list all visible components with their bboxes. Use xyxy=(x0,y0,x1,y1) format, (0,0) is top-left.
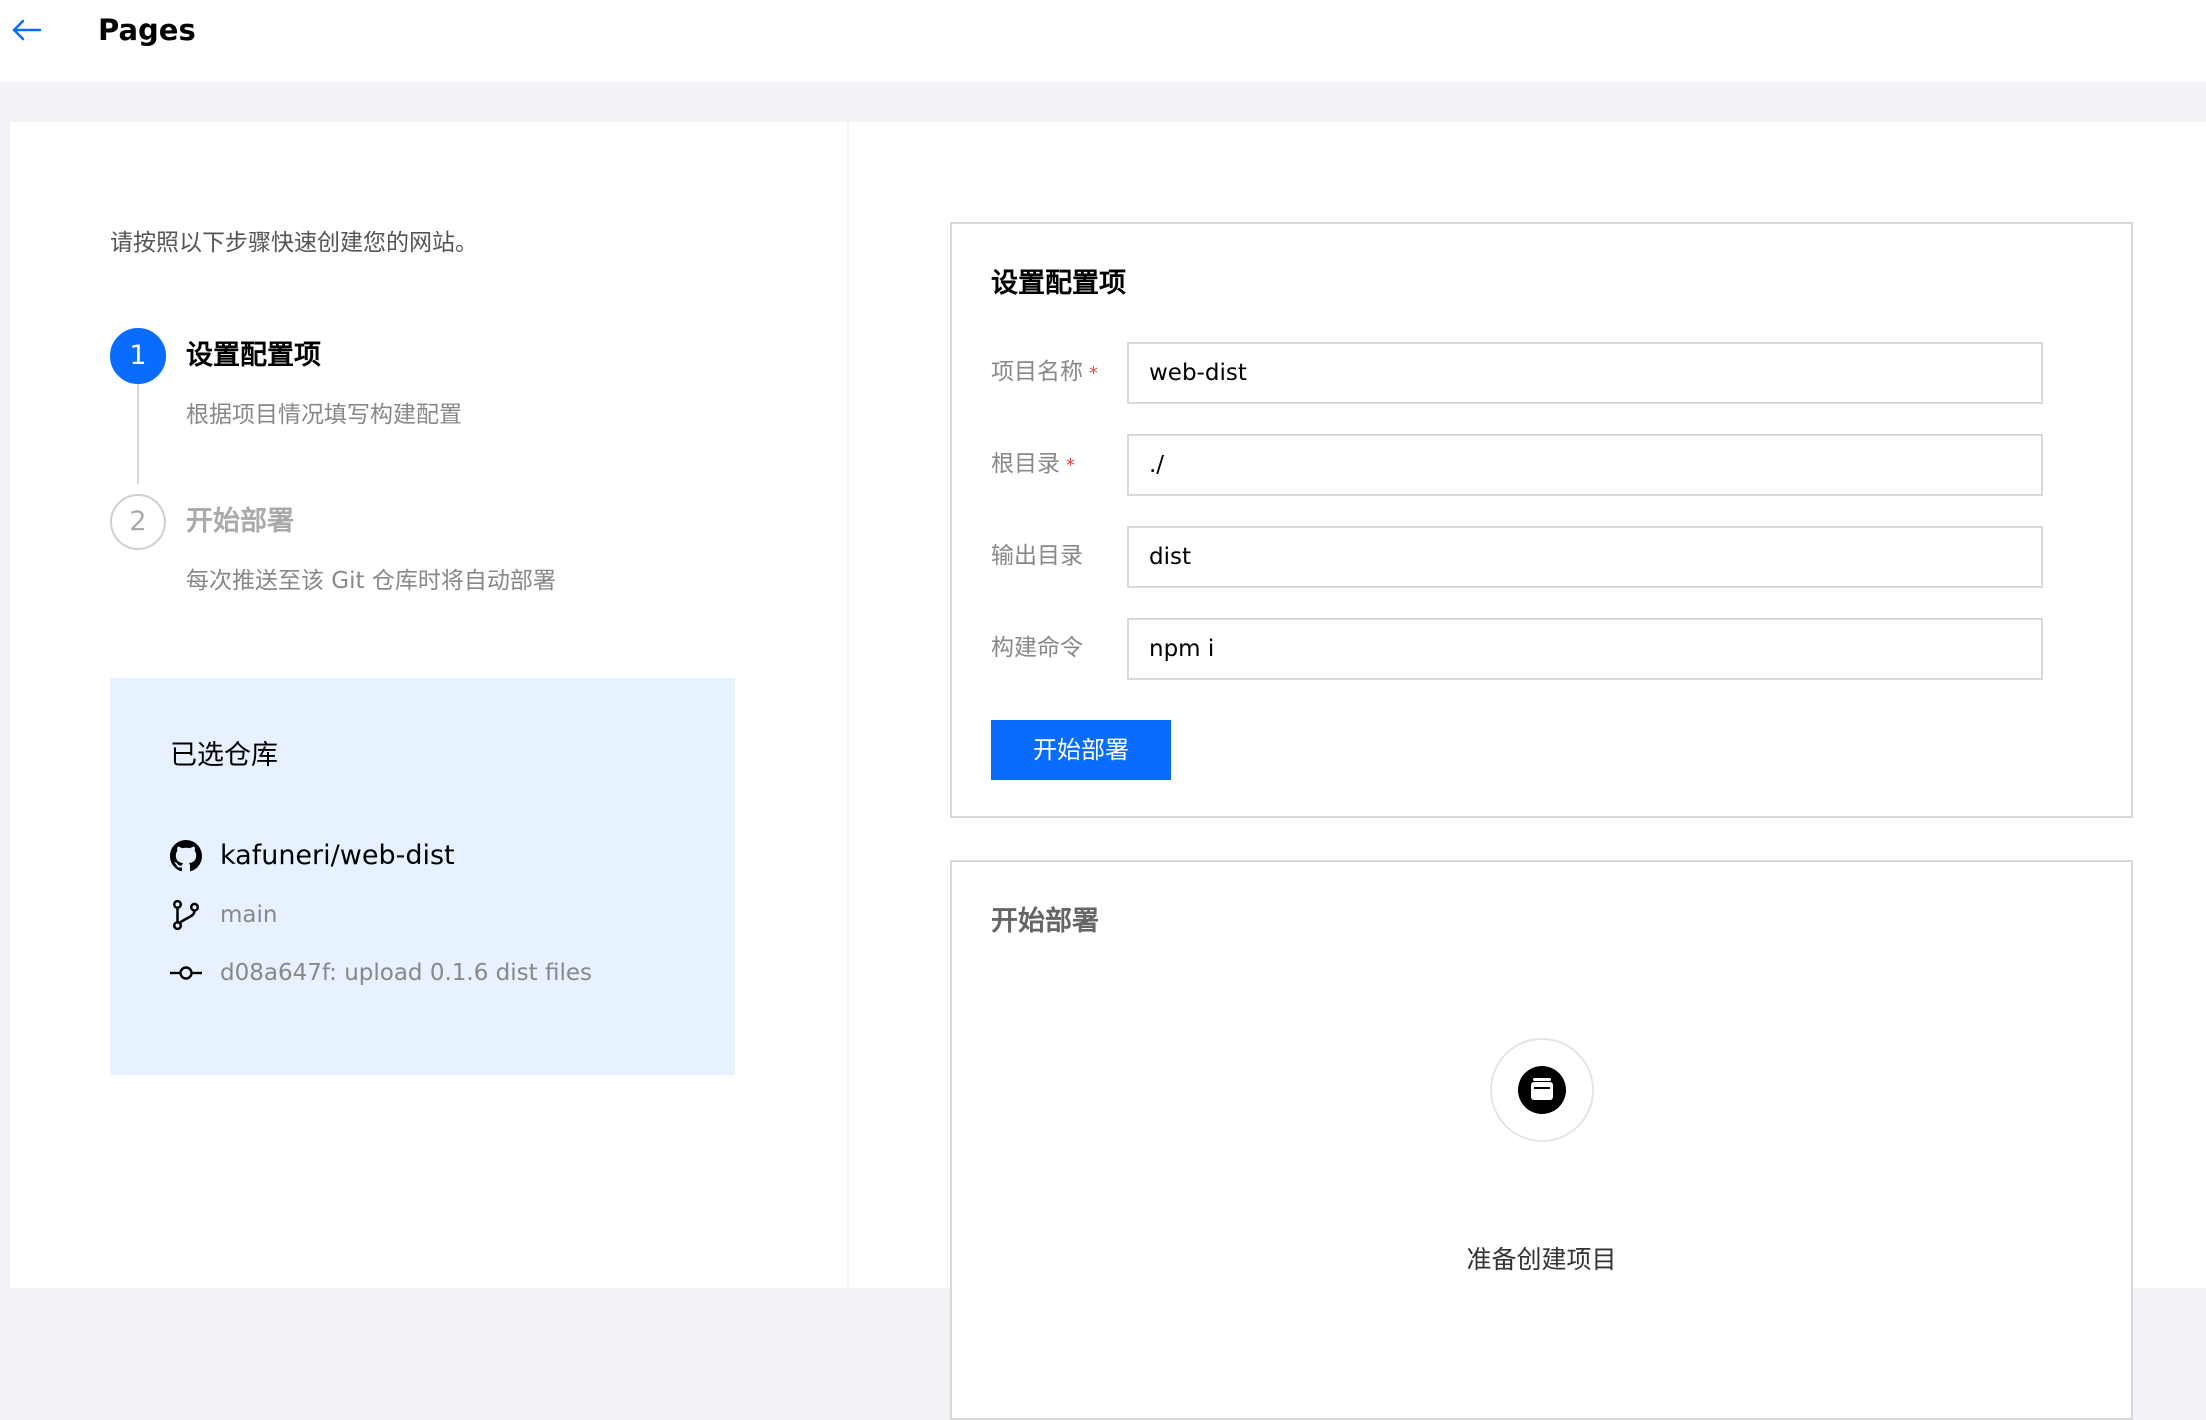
config-card: 设置配置项 项目名称* 根目录* 输出目录 构建命令 开始部署 xyxy=(950,222,2133,818)
repo-commit: d08a647f: upload 0.1.6 dist files xyxy=(220,960,592,986)
output-dir-input[interactable] xyxy=(1127,526,2043,588)
selected-repo-title: 已选仓库 xyxy=(170,740,278,771)
start-deploy-button[interactable]: 开始部署 xyxy=(991,720,1171,780)
github-icon xyxy=(168,838,204,874)
repo-name: kafuneri/web-dist xyxy=(220,840,455,871)
project-name-input[interactable] xyxy=(1127,342,2043,404)
step-connector xyxy=(137,384,139,484)
git-branch-icon xyxy=(168,897,204,933)
top-bar: Pages xyxy=(0,0,2206,82)
step-1-title: 设置配置项 xyxy=(186,340,321,371)
output-dir-label: 输出目录 xyxy=(991,543,1083,569)
build-command-row: 构建命令 xyxy=(991,618,2091,680)
repo-name-row: kafuneri/web-dist xyxy=(168,838,455,874)
page-title: Pages xyxy=(98,13,196,47)
repo-branch-row: main xyxy=(168,897,277,933)
left-panel: 请按照以下步骤快速创建您的网站。 1 设置配置项 根据项目情况填写构建配置 2 … xyxy=(10,122,847,1288)
repo-commit-row: d08a647f: upload 0.1.6 dist files xyxy=(168,955,592,991)
root-dir-input[interactable] xyxy=(1127,434,2043,496)
output-dir-row: 输出目录 xyxy=(991,526,2091,588)
step-2-description: 每次推送至该 Git 仓库时将自动部署 xyxy=(186,568,556,594)
root-dir-row: 根目录 * xyxy=(991,434,2091,496)
back-arrow-icon[interactable] xyxy=(10,16,42,44)
step-1-indicator: 1 xyxy=(110,328,166,384)
project-name-row: 项目名称 * xyxy=(991,342,2091,404)
git-commit-icon xyxy=(168,955,204,991)
project-name-label: 项目名称 * xyxy=(991,359,1098,385)
root-dir-label: 根目录 * xyxy=(991,451,1075,477)
status-icon-container xyxy=(1490,1038,1594,1142)
deploy-status-text: 准备创建项目 xyxy=(1466,1245,1617,1274)
intro-text: 请按照以下步骤快速创建您的网站。 xyxy=(110,230,478,256)
package-icon xyxy=(1518,1066,1566,1114)
config-card-title: 设置配置项 xyxy=(991,268,1126,299)
build-command-input[interactable] xyxy=(1127,618,2043,680)
step-list: 1 设置配置项 根据项目情况填写构建配置 2 开始部署 每次推送至该 Git 仓… xyxy=(110,328,810,628)
repo-branch: main xyxy=(220,902,278,928)
selected-repo-panel: 已选仓库 kafuneri/web-dist main d08a647f: up… xyxy=(110,678,735,1075)
build-command-label: 构建命令 xyxy=(991,635,1083,661)
right-panel: 设置配置项 项目名称* 根目录* 输出目录 构建命令 开始部署 开始部署 xyxy=(849,122,2206,1420)
deploy-card-title: 开始部署 xyxy=(991,906,1099,937)
required-mark: * xyxy=(1089,363,1098,384)
required-mark: * xyxy=(1066,455,1075,476)
step-2-indicator: 2 xyxy=(110,494,166,550)
step-2-title: 开始部署 xyxy=(186,506,294,537)
step-1-description: 根据项目情况填写构建配置 xyxy=(186,402,462,428)
deploy-card: 开始部署 准备创建项目 xyxy=(950,860,2133,1420)
